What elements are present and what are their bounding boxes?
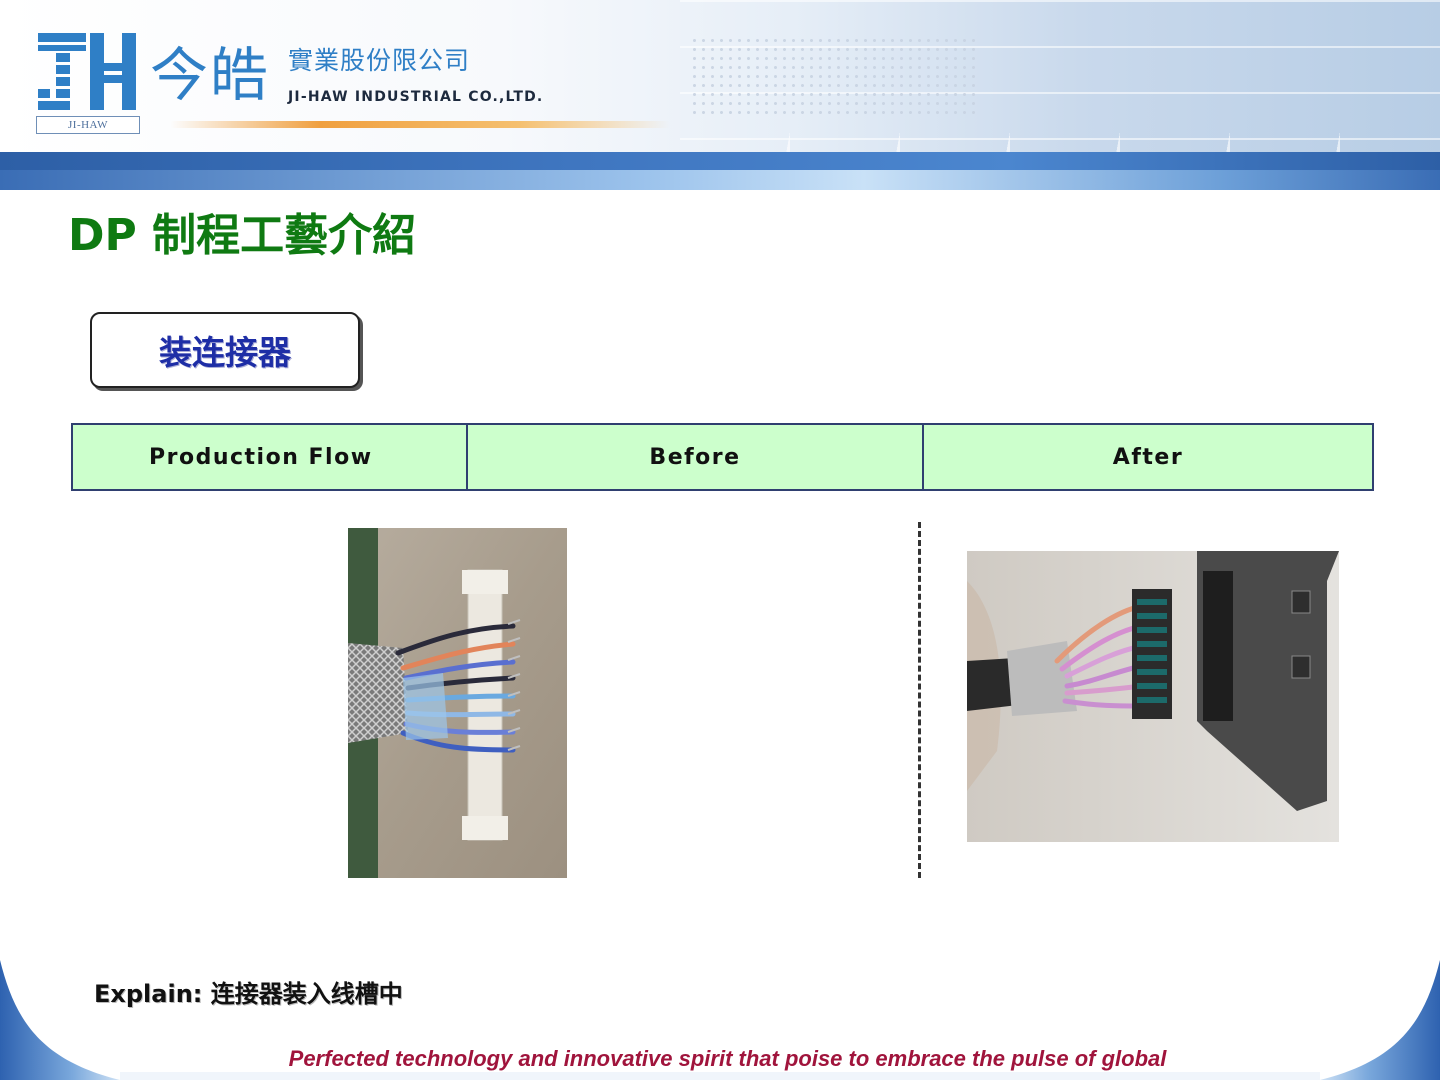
company-name-english: JI-HAW INDUSTRIAL CO.,LTD. — [288, 89, 544, 105]
header-blue-band — [0, 152, 1440, 170]
header-orange-swoosh — [170, 121, 670, 128]
page-title: DP 制程工藝介紹 — [68, 210, 417, 261]
before-photo — [348, 528, 567, 878]
process-step-label: 装连接器 — [159, 333, 291, 372]
after-photo — [967, 551, 1339, 842]
header-dots-decoration — [690, 36, 980, 114]
process-step-box: 装连接器 — [90, 312, 360, 388]
explain-text: Explain: 连接器装入线槽中 — [94, 980, 403, 1008]
production-flow-table-header: Production Flow Before After — [71, 423, 1374, 491]
column-header-production-flow: Production Flow — [73, 425, 468, 489]
logo-subtitle: JI-HAW — [36, 116, 140, 134]
logo-chinese-name: 今皓 — [150, 41, 271, 109]
header-banner: JI-HAW 今皓 實業股份限公司 JI-HAW INDUSTRIAL CO.,… — [0, 0, 1440, 190]
footer-tagline: Perfected technology and innovative spir… — [288, 1046, 1167, 1071]
dashed-divider — [918, 522, 921, 878]
company-name-chinese: 實業股份限公司 — [288, 46, 471, 75]
header-light-band — [0, 170, 1440, 190]
company-logo-icon — [38, 33, 136, 110]
column-header-after: After — [1112, 444, 1184, 470]
column-header-before: Before — [468, 425, 924, 489]
